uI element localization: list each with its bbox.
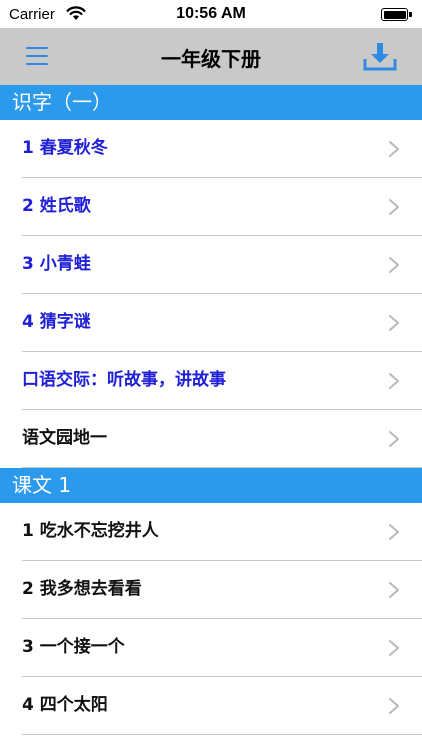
row-divider — [22, 734, 422, 735]
status-bar: Carrier 10:56 AM — [0, 0, 422, 28]
list-item-label: 1 春夏秋冬 — [22, 138, 108, 158]
list-item[interactable]: 口语交际：听故事，讲故事 — [0, 352, 422, 410]
lesson-list: 识字（一） 1 春夏秋冬 2 姓氏歌 3 小青蛙 4 猜字谜口语交际：听故事，讲故事 语文… — [0, 85, 422, 735]
section-header: 课文 1 — [0, 468, 422, 503]
section-header: 识字（一） — [0, 85, 422, 120]
list-item-label: 2 姓氏歌 — [22, 196, 91, 216]
list-item-label: 语文园地一 — [22, 428, 107, 448]
list-item[interactable]: 2 我多想去看看 — [0, 561, 422, 619]
clock: 10:56 AM — [176, 5, 246, 22]
chevron-right-icon — [389, 524, 399, 540]
list-item[interactable]: 2 姓氏歌 — [0, 178, 422, 236]
chevron-right-icon — [389, 640, 399, 656]
list-item-label: 2 我多想去看看 — [22, 579, 142, 599]
list-item-label: 口语交际：听故事，讲故事 — [22, 370, 226, 390]
battery-cap — [409, 12, 412, 17]
list-item[interactable]: 1 春夏秋冬 — [0, 120, 422, 178]
list-item[interactable]: 4 猜字谜 — [0, 294, 422, 352]
list-item[interactable]: 语文园地一 — [0, 410, 422, 468]
chevron-right-icon — [389, 582, 399, 598]
chevron-right-icon — [389, 698, 399, 714]
navigation-bar: 一年级下册 — [0, 28, 422, 85]
download-icon[interactable] — [362, 42, 398, 72]
chevron-right-icon — [389, 315, 399, 331]
list-item[interactable]: 1 吃水不忘挖井人 — [0, 503, 422, 561]
list-item-label: 1 吃水不忘挖井人 — [22, 521, 159, 541]
chevron-right-icon — [389, 141, 399, 157]
list-item-label: 4 猜字谜 — [22, 312, 91, 332]
row-divider — [22, 467, 422, 468]
list-item-label: 3 一个接一个 — [22, 637, 125, 657]
chevron-right-icon — [389, 373, 399, 389]
list-item-label: 3 小青蛙 — [22, 254, 91, 274]
list-item[interactable]: 3 小青蛙 — [0, 236, 422, 294]
page-title: 一年级下册 — [161, 47, 261, 71]
chevron-right-icon — [389, 257, 399, 273]
chevron-right-icon — [389, 199, 399, 215]
battery-icon — [381, 8, 408, 21]
list-item-label: 4 四个太阳 — [22, 695, 108, 715]
chevron-right-icon — [389, 431, 399, 447]
list-item[interactable]: 3 一个接一个 — [0, 619, 422, 677]
list-item[interactable]: 4 四个太阳 — [0, 677, 422, 735]
